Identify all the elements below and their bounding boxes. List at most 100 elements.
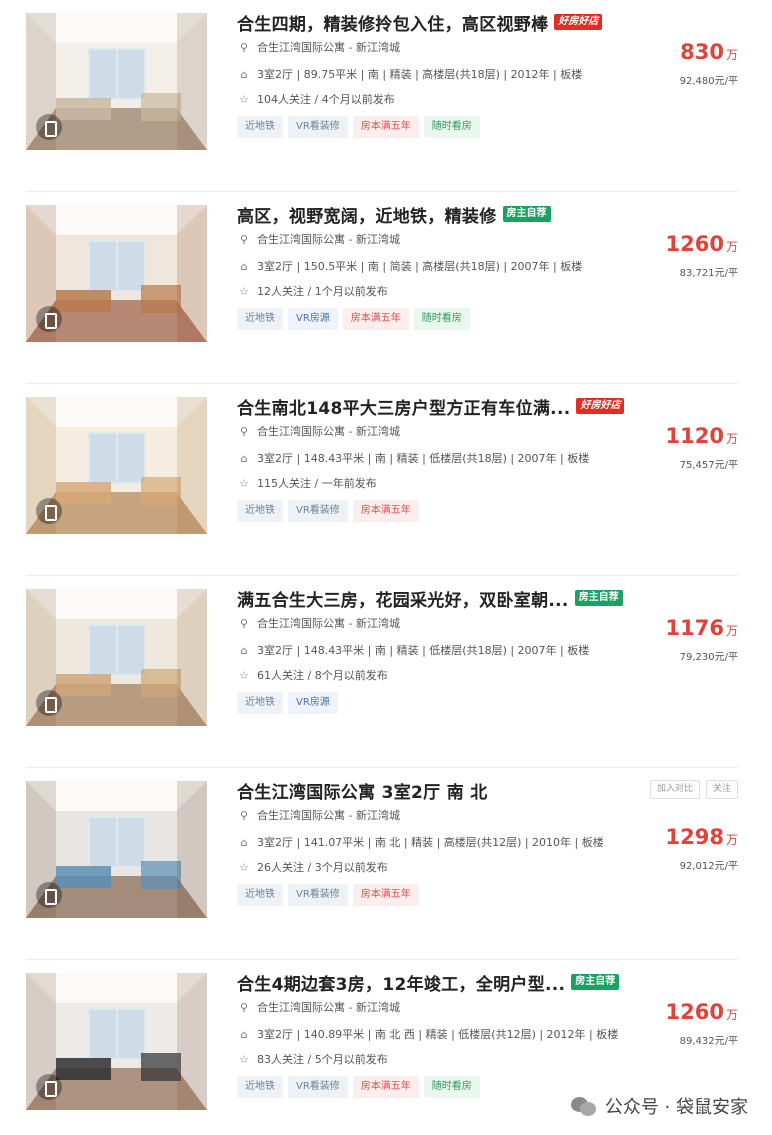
- location-pin-icon: ⚲: [239, 616, 249, 630]
- follow-text: 12人关注 / 1个月以前发布: [257, 285, 388, 298]
- watermark-text: 公众号 · 袋鼠安家: [604, 1097, 748, 1118]
- listing-item[interactable]: 合生江湾国际公寓 3室2厅 南 北 ⚲ 合生江湾国际公寓 - 新江湾城 ⌂ 3室2厅 |…: [26, 768, 738, 960]
- detail-text: 3室2厅 | 148.43平米 | 南 | 精装 | 低楼层(共18层) | 2…: [257, 644, 590, 657]
- listing-photo[interactable]: [26, 973, 207, 1110]
- listing-tag: VR房源: [288, 692, 338, 714]
- listing-badge: 好房好店: [554, 14, 603, 30]
- listing-title-row: 满五合生大三房，花园采光好，双卧室朝... 房主自荐: [237, 586, 737, 611]
- listing-follow: ☆ 104人关注 / 4个月以前发布: [237, 91, 737, 107]
- price-per-sqm: 92,012元/平: [679, 861, 738, 872]
- vr-icon[interactable]: [36, 306, 62, 332]
- listing-photo[interactable]: [26, 397, 207, 534]
- price-total: 1260: [665, 232, 724, 256]
- vr-icon[interactable]: [36, 498, 62, 524]
- wechat-icon: [570, 1095, 597, 1117]
- listing-tags: 近地铁 VR看装修 房本满五年 随时看房: [237, 116, 737, 138]
- listing-badge: 好房好店: [576, 398, 625, 414]
- listing-address: ⚲ 合生江湾国际公寓 - 新江湾城: [237, 807, 737, 823]
- address-text[interactable]: 合生江湾国际公寓 - 新江湾城: [257, 231, 400, 247]
- add-compare-button[interactable]: 加入对比: [649, 780, 700, 799]
- price-per-sqm: 89,432元/平: [679, 1036, 738, 1047]
- listing-tag: 近地铁: [237, 884, 283, 906]
- listing-actions: 加入对比 关注: [644, 780, 738, 799]
- star-icon: ☆: [239, 1052, 249, 1066]
- listing-tag: 近地铁: [237, 308, 283, 330]
- listing-title[interactable]: 满五合生大三房，花园采光好，双卧室朝...: [237, 586, 569, 611]
- listing-photo[interactable]: [26, 13, 207, 150]
- listing-title-row: 合生4期边套3房，12年竣工，全明户型... 房主自荐: [237, 970, 737, 995]
- listing-photo[interactable]: [26, 205, 207, 342]
- follow-button[interactable]: 关注: [705, 780, 738, 799]
- listing-tags: 近地铁 VR房源: [237, 692, 737, 714]
- listing-tag: 房本满五年: [342, 308, 409, 330]
- vr-icon[interactable]: [36, 882, 62, 908]
- listing-tag: VR看装修: [288, 116, 348, 138]
- listing-price: 1260 万 89,432元/平: [598, 1000, 738, 1047]
- star-icon: ☆: [239, 668, 249, 682]
- address-text[interactable]: 合生江湾国际公寓 - 新江湾城: [257, 615, 400, 631]
- detail-text: 3室2厅 | 89.75平米 | 南 | 精装 | 高楼层(共18层) | 20…: [257, 68, 583, 81]
- listing-title[interactable]: 合生4期边套3房，12年竣工，全明户型...: [237, 970, 565, 995]
- price-per-sqm: 75,457元/平: [679, 460, 738, 471]
- location-pin-icon: ⚲: [239, 1000, 249, 1014]
- listing-title-row: 高区，视野宽阔，近地铁，精装修 房主自荐: [237, 202, 737, 227]
- house-icon: ⌂: [240, 451, 248, 465]
- listing-title-row: 合生四期，精装修拎包入住，高区视野棒 好房好店: [237, 10, 737, 35]
- listing-tag: 随时看房: [423, 1076, 480, 1098]
- house-icon: ⌂: [240, 1027, 248, 1041]
- vr-icon[interactable]: [36, 114, 62, 140]
- listing-tag: 房本满五年: [352, 1076, 419, 1098]
- listing-item[interactable]: 合生四期，精装修拎包入住，高区视野棒 好房好店 ⚲ 合生江湾国际公寓 - 新江湾城 ⌂ 3…: [26, 0, 738, 192]
- listing-item[interactable]: 合生南北148平大三房户型方正有车位满... 好房好店 ⚲ 合生江湾国际公寓 - 新江…: [26, 384, 738, 576]
- house-icon: ⌂: [240, 835, 248, 849]
- listing-title[interactable]: 合生江湾国际公寓 3室2厅 南 北: [237, 778, 488, 803]
- star-icon: ☆: [239, 92, 249, 106]
- listing-list: 合生四期，精装修拎包入住，高区视野棒 好房好店 ⚲ 合生江湾国际公寓 - 新江湾城 ⌂ 3…: [26, 0, 738, 1135]
- listing-title[interactable]: 高区，视野宽阔，近地铁，精装修: [237, 202, 497, 227]
- listing-photo[interactable]: [26, 589, 207, 726]
- listing-tags: 近地铁 VR房源 房本满五年 随时看房: [237, 308, 737, 330]
- price-unit: 万: [725, 624, 738, 638]
- listing-price: 830 万 92,480元/平: [598, 40, 738, 87]
- price-per-sqm: 83,721元/平: [679, 268, 738, 279]
- address-text[interactable]: 合生江湾国际公寓 - 新江湾城: [257, 423, 400, 439]
- listing-title[interactable]: 合生四期，精装修拎包入住，高区视野棒: [237, 10, 548, 35]
- price-total: 1298: [665, 825, 724, 849]
- vr-icon[interactable]: [36, 690, 62, 716]
- listing-tag: 房本满五年: [352, 500, 419, 522]
- listing-photo[interactable]: [26, 781, 207, 918]
- listing-badge: 房主自荐: [574, 590, 623, 606]
- listing-item[interactable]: 高区，视野宽阔，近地铁，精装修 房主自荐 ⚲ 合生江湾国际公寓 - 新江湾城 ⌂ 3室2厅…: [26, 192, 738, 384]
- watermark: 公众号 · 袋鼠安家: [570, 1093, 748, 1119]
- house-icon: ⌂: [240, 259, 248, 273]
- address-text[interactable]: 合生江湾国际公寓 - 新江湾城: [257, 807, 400, 823]
- price-unit: 万: [725, 48, 738, 62]
- vr-icon[interactable]: [36, 1074, 62, 1100]
- listing-title[interactable]: 合生南北148平大三房户型方正有车位满...: [237, 394, 570, 419]
- listing-follow: ☆ 83人关注 / 5个月以前发布: [237, 1051, 737, 1067]
- detail-text: 3室2厅 | 150.5平米 | 南 | 简装 | 高楼层(共18层) | 20…: [257, 260, 583, 273]
- listing-tag: 房本满五年: [352, 884, 419, 906]
- address-text[interactable]: 合生江湾国际公寓 - 新江湾城: [257, 999, 400, 1015]
- listing-price: 1120 万 75,457元/平: [598, 424, 738, 471]
- listing-follow: ☆ 12人关注 / 1个月以前发布: [237, 283, 737, 299]
- listing-tag: 随时看房: [413, 308, 470, 330]
- price-total: 1260: [665, 1000, 724, 1024]
- listing-badge: 房主自荐: [571, 974, 620, 990]
- listing-tag: 房本满五年: [352, 116, 419, 138]
- house-icon: ⌂: [240, 67, 248, 81]
- address-text[interactable]: 合生江湾国际公寓 - 新江湾城: [257, 39, 400, 55]
- listing-tag: VR看装修: [288, 884, 348, 906]
- price-unit: 万: [725, 833, 738, 847]
- follow-text: 115人关注 / 一年前发布: [257, 477, 377, 490]
- detail-text: 3室2厅 | 148.43平米 | 南 | 精装 | 低楼层(共18层) | 2…: [257, 452, 590, 465]
- follow-text: 61人关注 / 8个月以前发布: [257, 669, 388, 682]
- follow-text: 26人关注 / 3个月以前发布: [257, 861, 388, 874]
- star-icon: ☆: [239, 860, 249, 874]
- listing-follow: ☆ 115人关注 / 一年前发布: [237, 475, 737, 491]
- price-total: 1120: [665, 424, 724, 448]
- listing-tag: 近地铁: [237, 692, 283, 714]
- listing-item[interactable]: 满五合生大三房，花园采光好，双卧室朝... 房主自荐 ⚲ 合生江湾国际公寓 - 新江湾…: [26, 576, 738, 768]
- listing-badge: 房主自荐: [502, 206, 551, 222]
- listing-tag: VR看装修: [288, 1076, 348, 1098]
